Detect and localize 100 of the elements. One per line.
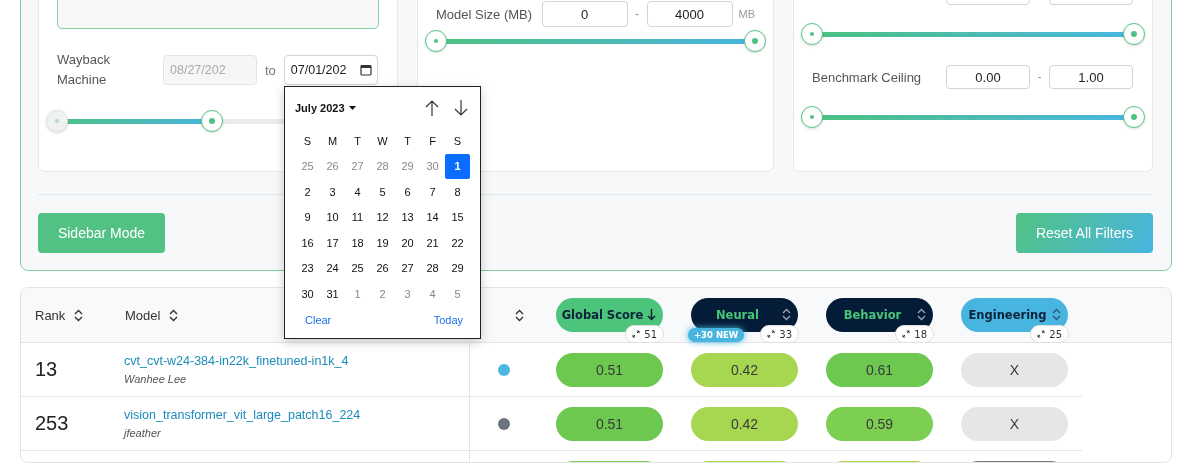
number-field[interactable]: 0.00 [946,65,1030,89]
number-field[interactable]: 4000 [646,1,733,27]
calendar-day[interactable]: 25 [345,255,370,281]
calendar-day[interactable]: 10 [320,204,345,230]
calendar-day[interactable]: 5 [445,281,470,307]
calendar-day[interactable]: 4 [345,179,370,205]
calendar-day[interactable]: 31 [320,281,345,307]
score-cell: 0.51 [556,406,663,441]
calendar-day[interactable]: 3 [320,179,345,205]
score-cell: 0.59 [826,406,933,441]
calendar-day[interactable]: 29 [445,255,470,281]
model-link[interactable]: cvt_cvt-w24-384-in22k_finetuned-in1k_4 [124,354,349,368]
arrow-up-icon[interactable] [424,99,440,117]
month-selector[interactable]: July 2023 [295,102,356,114]
calendar-day[interactable]: 20 [395,230,420,256]
calendar-day[interactable]: 30 [295,281,320,307]
sort-icon [514,308,524,322]
weekday-label: F [429,134,436,147]
sort-icon [169,308,179,322]
calendar-day[interactable]: 27 [345,153,370,179]
calendar-day[interactable]: 11 [345,204,370,230]
expand-button[interactable]: 18 [895,325,934,343]
range-slider[interactable] [801,23,1145,45]
calendar-day[interactable]: 29 [395,153,420,179]
expand-icon [767,330,776,338]
calendar-day[interactable]: 4 [420,281,445,307]
score-cell: 0.61 [826,352,933,387]
calendar-day[interactable]: 15 [445,204,470,230]
column-header[interactable]: Model [125,307,179,323]
calendar-day[interactable]: 7 [420,179,445,205]
slider-handle[interactable] [744,30,766,52]
calendar-day[interactable]: 12 [370,204,395,230]
sort-icon [1052,308,1061,321]
calendar-day[interactable]: 1 [345,281,370,307]
expand-button[interactable]: 33 [760,325,799,343]
calendar-day[interactable]: 14 [420,204,445,230]
clear-link[interactable]: Clear [305,313,332,326]
unit-label: MB [738,8,755,20]
weekday-label: W [377,134,388,147]
sort-icon [782,308,791,321]
calendar-day[interactable]: 24 [320,255,345,281]
column-header[interactable]: Rank [35,307,84,323]
calendar-day[interactable]: 21 [420,230,445,256]
expand-button[interactable]: 51 [625,325,664,343]
sort-icon [917,308,926,321]
arrow-down-icon[interactable] [453,99,469,117]
score-cell: 0.51 [556,352,663,387]
new-badge: +30 NEW [688,328,745,342]
calendar-icon [359,64,372,76]
slider-handle[interactable] [425,30,447,52]
range-slider[interactable] [425,30,766,52]
author-name: jfeather [124,427,161,439]
calendar-day[interactable]: 28 [370,153,395,179]
number-field[interactable]: 0 [541,1,628,27]
calendar-day[interactable]: 2 [295,179,320,205]
calendar-day[interactable]: 27 [395,255,420,281]
calendar-day[interactable]: 6 [395,179,420,205]
date-field[interactable]: 07/01/202 [283,55,378,85]
slider-handle[interactable] [1123,106,1145,128]
rank-number: 13 [34,358,59,381]
calendar-day[interactable]: 23 [295,255,320,281]
calendar-day[interactable]: 19 [370,230,395,256]
calendar-day[interactable]: 9 [295,204,320,230]
calendar-day[interactable]: 1 [445,153,470,179]
calendar-day[interactable]: 26 [370,255,395,281]
separator-text: - [634,7,641,21]
score-cell: X [961,352,1068,387]
separator-text: to [265,62,276,78]
weekday-label: M [327,134,338,147]
slider-handle[interactable] [801,23,823,45]
today-link[interactable]: Today [433,313,463,326]
weekday-label: T [354,134,361,147]
number-field[interactable]: 1.00 [1049,65,1133,89]
calendar-day[interactable]: 2 [370,281,395,307]
weekday-label: T [404,134,411,147]
weekday-label: S [453,134,462,147]
weekday-label: S [303,134,312,147]
sort-icon [74,308,84,322]
model-link[interactable]: vision_transformer_vit_large_patch16_224 [124,408,361,422]
rank-number: 253 [34,412,70,435]
calendar-day[interactable]: 18 [345,230,370,256]
range-slider[interactable] [801,106,1145,128]
separator-text: - [1036,70,1043,84]
calendar-day[interactable]: 8 [445,179,470,205]
expand-icon [632,330,641,338]
calendar-day[interactable]: 5 [370,179,395,205]
calendar-day[interactable]: 13 [395,204,420,230]
expand-button[interactable]: 25 [1030,325,1069,343]
calendar-day[interactable]: 17 [320,230,345,256]
calendar-day[interactable]: 28 [420,255,445,281]
slider-handle[interactable] [801,106,823,128]
calendar-day[interactable]: 3 [395,281,420,307]
slider-handle[interactable] [1123,23,1145,45]
calendar-day[interactable]: 30 [420,153,445,179]
slider-handle[interactable] [200,110,223,132]
calendar-day[interactable]: 25 [295,153,320,179]
calendar-day[interactable]: 22 [445,230,470,256]
calendar-day[interactable]: 16 [295,230,320,256]
expand-icon [902,330,911,338]
calendar-day[interactable]: 26 [320,153,345,179]
